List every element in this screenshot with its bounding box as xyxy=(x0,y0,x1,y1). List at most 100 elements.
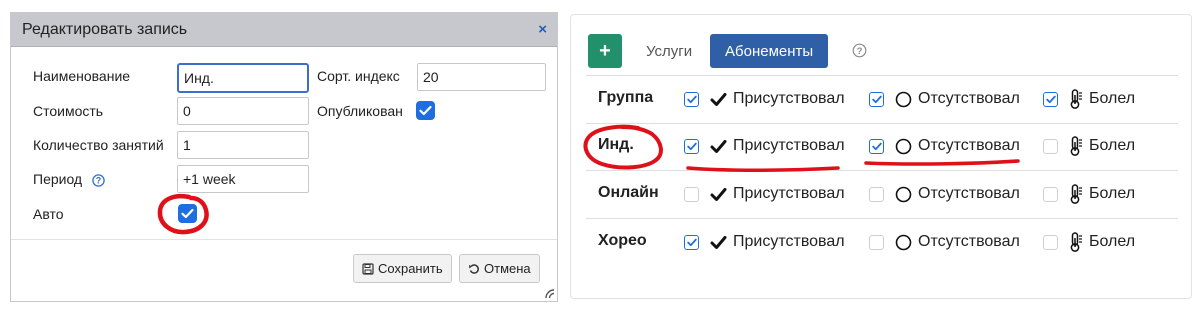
checkmark-icon xyxy=(710,187,727,201)
status-icon-wrap xyxy=(1069,232,1083,252)
checkmark-icon xyxy=(686,142,697,150)
cancel-button-label: Отмена xyxy=(484,261,531,276)
table-divider xyxy=(586,170,1178,171)
lessons-count-label: Количество занятий xyxy=(33,137,164,153)
status-checkbox-sick[interactable] xyxy=(1043,91,1058,107)
period-input[interactable] xyxy=(177,165,309,193)
svg-text:?: ? xyxy=(96,175,102,185)
status-label-absent: Отсутствовал xyxy=(918,90,1020,107)
status-checkbox-absent[interactable] xyxy=(869,234,884,250)
status-checkbox-absent[interactable] xyxy=(869,138,884,154)
checkmark-icon xyxy=(419,105,432,116)
auto-checkbox[interactable] xyxy=(178,204,197,223)
status-cell-present: Присутствовал xyxy=(684,135,845,157)
status-label-absent: Отсутствовал xyxy=(918,185,1020,202)
checkmark-icon xyxy=(710,92,727,106)
table-divider xyxy=(586,218,1178,219)
svg-text:?: ? xyxy=(857,46,863,57)
status-icon-wrap xyxy=(895,91,912,108)
status-label-present: Присутствовал xyxy=(733,90,845,107)
status-label-absent: Отсутствовал xyxy=(918,233,1020,250)
sort-index-label: Сорт. индекс xyxy=(317,68,400,84)
status-cell-sick: Болел xyxy=(1043,135,1135,157)
status-icon-wrap xyxy=(1069,184,1083,204)
lessons-count-input[interactable] xyxy=(177,131,309,159)
name-input[interactable] xyxy=(177,63,309,93)
status-checkbox-sick[interactable] xyxy=(1043,234,1058,250)
status-checkbox-absent[interactable] xyxy=(869,186,884,202)
status-cell-present: Присутствовал xyxy=(684,183,845,205)
published-checkbox[interactable] xyxy=(416,101,435,120)
cost-label: Стоимость xyxy=(33,103,104,119)
subscriptions-panel: + Услуги Абонементы ? Группа Присутствова… xyxy=(570,14,1192,299)
thermometer-icon xyxy=(1070,136,1082,156)
status-icon-wrap xyxy=(895,186,912,203)
row-label: Инд. xyxy=(598,136,634,153)
help-icon[interactable]: ? xyxy=(852,43,867,58)
status-checkbox-sick[interactable] xyxy=(1043,138,1058,154)
cancel-button[interactable]: Отмена xyxy=(459,254,540,283)
edit-record-dialog: Редактировать запись × Наименование Сорт… xyxy=(10,12,558,302)
status-checkbox-present[interactable] xyxy=(684,234,699,250)
row-label: Группа xyxy=(598,89,654,106)
checkmark-icon xyxy=(1045,95,1056,103)
status-cell-sick: Болел xyxy=(1043,88,1135,110)
status-label-present: Присутствовал xyxy=(733,137,845,154)
status-cell-sick: Болел xyxy=(1043,231,1135,253)
status-checkbox-absent[interactable] xyxy=(869,91,884,107)
status-label-present: Присутствовал xyxy=(733,185,845,202)
add-button[interactable]: + xyxy=(588,34,622,68)
circle-icon xyxy=(895,186,912,202)
status-cell-present: Присутствовал xyxy=(684,231,845,253)
status-label-sick: Болел xyxy=(1089,185,1136,202)
close-icon[interactable]: × xyxy=(538,21,547,38)
save-button-label: Сохранить xyxy=(378,261,443,276)
sort-index-input[interactable] xyxy=(417,63,546,91)
status-cell-present: Присутствовал xyxy=(684,88,845,110)
status-icon-wrap xyxy=(710,187,727,202)
status-cell-absent: Отсутствовал xyxy=(869,88,1020,110)
checkmark-icon xyxy=(686,95,697,103)
checkmark-icon xyxy=(871,142,882,150)
auto-label: Авто xyxy=(33,206,64,222)
status-icon-wrap xyxy=(895,138,912,155)
status-cell-absent: Отсутствовал xyxy=(869,135,1020,157)
undo-icon xyxy=(469,263,479,274)
thermometer-icon xyxy=(1070,184,1082,204)
status-icon-wrap xyxy=(895,234,912,251)
circle-icon xyxy=(895,138,912,154)
status-checkbox-present[interactable] xyxy=(684,138,699,154)
checkmark-icon xyxy=(871,95,882,103)
checkmark-icon xyxy=(181,208,194,219)
cost-input[interactable] xyxy=(177,97,309,125)
row-label: Хорео xyxy=(598,232,647,249)
circle-icon xyxy=(895,91,912,107)
status-label-sick: Болел xyxy=(1089,90,1136,107)
status-label-sick: Болел xyxy=(1089,233,1136,250)
thermometer-icon xyxy=(1070,89,1082,109)
status-icon-wrap xyxy=(1069,136,1083,156)
dialog-title: Редактировать запись xyxy=(22,20,188,38)
resize-grip-icon[interactable] xyxy=(543,287,555,299)
status-icon-wrap xyxy=(1069,89,1083,109)
status-icon-wrap xyxy=(710,235,727,250)
status-checkbox-present[interactable] xyxy=(684,186,699,202)
period-label-wrap: Период ? xyxy=(33,171,105,187)
save-button[interactable]: Сохранить xyxy=(353,254,452,283)
name-label: Наименование xyxy=(33,68,131,84)
status-cell-absent: Отсутствовал xyxy=(869,231,1020,253)
tab-subscriptions[interactable]: Абонементы xyxy=(710,34,829,68)
tab-services[interactable]: Услуги xyxy=(631,34,707,68)
help-icon[interactable]: ? xyxy=(92,174,105,187)
row-label: Онлайн xyxy=(598,184,659,201)
status-label-absent: Отсутствовал xyxy=(918,137,1020,154)
period-label: Период xyxy=(33,171,83,187)
published-label: Опубликован xyxy=(317,103,403,119)
status-label-present: Присутствовал xyxy=(733,233,845,250)
status-checkbox-present[interactable] xyxy=(684,91,699,107)
status-checkbox-sick[interactable] xyxy=(1043,186,1058,202)
checkmark-icon xyxy=(710,235,727,249)
status-cell-absent: Отсутствовал xyxy=(869,183,1020,205)
floppy-disk-icon xyxy=(362,262,374,275)
checkmark-icon xyxy=(710,139,727,153)
